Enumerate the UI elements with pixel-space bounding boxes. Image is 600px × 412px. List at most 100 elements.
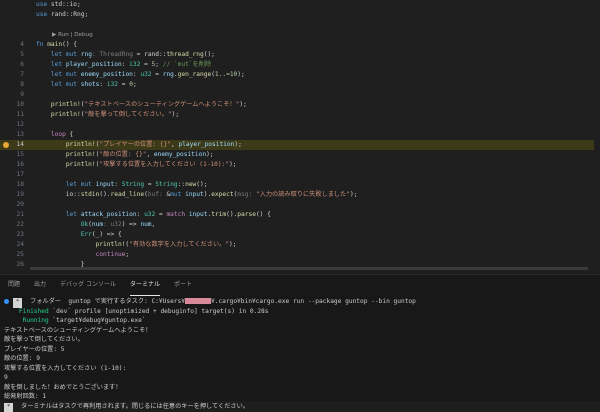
code-line[interactable]: 20 [0, 200, 600, 210]
tab-debug-console[interactable]: デバッグ コンソール [60, 275, 116, 295]
task-status-icon [4, 299, 9, 304]
code-text: fn main() { [36, 40, 77, 50]
line-number: 25 [0, 250, 24, 260]
line-number: 24 [0, 240, 24, 250]
code-line[interactable]: 12 [0, 120, 600, 130]
line-number: 16 [0, 160, 24, 170]
terminal-line: 9 [4, 373, 600, 383]
code-token: : [114, 181, 121, 188]
code-token: ); [234, 141, 241, 148]
code-line[interactable]: 16 println!("攻撃する位置を入力してください (1-10):"); [0, 160, 600, 170]
code-line[interactable]: 24 println!("有効な数字を入力してください。"); [0, 240, 600, 250]
code-line[interactable]: 13 loop { [0, 130, 600, 140]
code-line[interactable]: 8 let mut shots: i32 = 0; [0, 80, 600, 90]
code-token: num [140, 221, 151, 228]
code-token: continue [96, 251, 126, 258]
code-token: i32 [107, 81, 118, 88]
code-token: Err [81, 231, 92, 238]
code-token: shots [81, 81, 100, 88]
code-token: mut [66, 71, 77, 78]
code-line[interactable]: 21 let attack_position: u32 = match inpu… [0, 210, 600, 220]
code-token: println! [96, 241, 126, 248]
line-number: 9 [0, 90, 24, 100]
code-line[interactable]: 10 println!("テキストベースのシューティングゲームへようこそ！"); [0, 100, 600, 110]
terminal-line: 敵の位置: 9 [4, 354, 600, 364]
code-token: msg: [237, 191, 256, 198]
code-line[interactable]: 19 io::stdin().read_line(buf: &mut input… [0, 190, 600, 200]
code-text: println!("敵の位置: {}", enemy_position); [36, 150, 214, 160]
code-line[interactable]: 7 let mut enemy_position: u32 = rng.gen_… [0, 70, 600, 80]
bottom-panel: 問題 出力 デバッグ コンソール ターミナル ポート * フォルダー gunto… [0, 274, 600, 401]
finished-line: Finished `dev` profile [unoptimized + de… [4, 307, 600, 317]
code-token: println! [66, 141, 96, 148]
code-text: let mut enemy_position: u32 = rng.gen_ra… [36, 70, 245, 80]
code-line[interactable]: 11 println!("敵を撃って倒してください。"); [0, 110, 600, 120]
code-line[interactable]: ▶ Run | Debug [0, 30, 600, 40]
code-line[interactable]: 22 Ok(num: u32) => num, [0, 220, 600, 230]
code-token: = [152, 71, 163, 78]
code-token: ); [206, 151, 213, 158]
tab-terminal[interactable]: ターミナル [130, 275, 160, 296]
task-suffix: ¥.cargo¥bin¥cargo.exe run --package gunt… [211, 298, 416, 305]
code-token: input [189, 211, 208, 218]
code-line[interactable]: 5 let mut rng: ThreadRng = rand::thread_… [0, 50, 600, 60]
code-line[interactable]: 17 [0, 170, 600, 180]
code-token: () { [62, 41, 77, 48]
horizontal-scrollbar[interactable] [30, 267, 588, 270]
code-token: let [51, 71, 62, 78]
terminal-line: 総発射回数: 1 [4, 392, 600, 402]
code-token [36, 141, 66, 148]
terminal-output[interactable]: * フォルダー guntop で実行するタスク: C:¥Users¥¥.carg… [0, 295, 600, 411]
tab-output[interactable]: 出力 [34, 275, 46, 295]
line-number: 10 [0, 100, 24, 110]
code-editor[interactable]: use std::io;use rand::Rng;▶ Run | Debug4… [0, 0, 600, 270]
code-token: ); [172, 111, 179, 118]
code-token: : [99, 81, 106, 88]
code-token: String [155, 181, 177, 188]
code-token: = rand:: [133, 51, 167, 58]
code-token: attack_position [81, 211, 137, 218]
code-token: io:: [36, 191, 81, 198]
code-line[interactable]: 14 println!("プレイヤーの位置: {}", player_posit… [0, 140, 600, 150]
code-text: io::stdin().read_line(buf: &mut input).e… [36, 190, 357, 200]
code-token: ; [133, 81, 137, 88]
code-token [36, 101, 51, 108]
code-token: mut [66, 81, 77, 88]
code-token: i32 [129, 61, 140, 68]
code-line[interactable]: use std::io; [0, 0, 600, 10]
code-line[interactable]: 4fn main() { [0, 40, 600, 50]
code-token: ); [350, 191, 357, 198]
code-token: (); [204, 51, 215, 58]
code-line[interactable]: use rand::Rng; [0, 10, 600, 20]
code-token: mut [81, 181, 92, 188]
code-text: println!("テキストベースのシューティングゲームへようこそ！"); [36, 100, 247, 110]
code-token: "テキストベースのシューティングゲームへようこそ！" [84, 101, 239, 108]
code-line[interactable]: 6 let player_position: i32 = 5; // `mut`… [0, 60, 600, 70]
code-token: match [166, 211, 185, 218]
tab-ports[interactable]: ポート [174, 275, 192, 295]
line-number: 12 [0, 120, 24, 130]
code-token: "有効な数字を入力してください。" [129, 241, 229, 248]
code-token: enemy_position [81, 71, 133, 78]
task-prefix: フォルダー guntop で実行するタスク: C:¥Users¥ [26, 298, 185, 305]
code-token [36, 251, 96, 258]
code-line[interactable]: 15 println!("敵の位置: {}", enemy_position); [0, 150, 600, 160]
code-token: new [185, 181, 196, 188]
code-line[interactable]: 23 Err(_) => { [0, 230, 600, 240]
vertical-scrollbar[interactable] [594, 0, 600, 270]
code-line[interactable]: 18 let mut input: String = String::new()… [0, 180, 600, 190]
code-line[interactable]: 9 [0, 90, 600, 100]
run-debug-codelens[interactable]: ▶ Run | Debug [52, 30, 93, 40]
code-line[interactable]: 25 continue; [0, 250, 600, 260]
code-token: gen_range [178, 71, 212, 78]
tab-problems[interactable]: 問題 [8, 275, 20, 295]
code-token: (); [196, 181, 207, 188]
code-token: ; [125, 251, 129, 258]
code-token: "入力の読み取りに失敗しました" [256, 191, 350, 198]
code-token: num [92, 221, 103, 228]
code-token [36, 211, 66, 218]
footer-line: * ターミナルはタスクで再利用されます。閉じるには任意のキーを押してください。 [4, 402, 600, 412]
code-line[interactable] [0, 20, 600, 30]
code-token: u32 [140, 71, 151, 78]
code-token: mut [66, 51, 77, 58]
